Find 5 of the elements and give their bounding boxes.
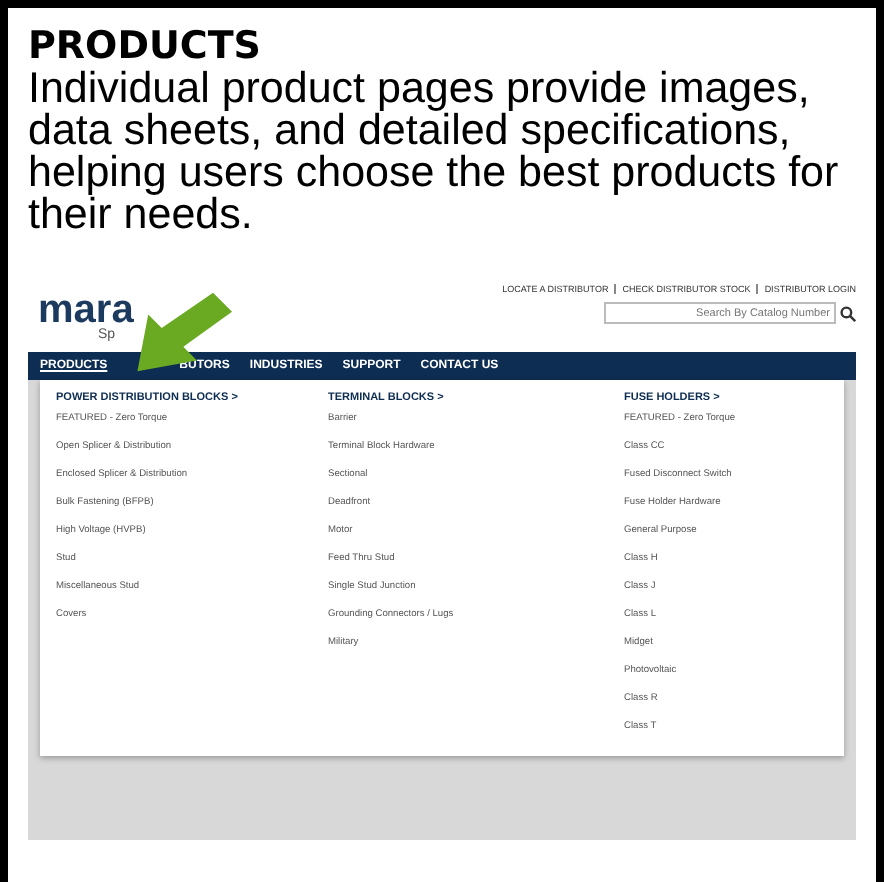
search-icon[interactable] xyxy=(840,305,856,321)
heading: PRODUCTS xyxy=(28,24,263,68)
description: Individual product pages provide images, data sheets, and detailed specifications, helping users choose the best products for their needs. xyxy=(28,68,841,236)
arrow-icon xyxy=(132,292,232,372)
logo[interactable]: mara xyxy=(38,292,134,328)
